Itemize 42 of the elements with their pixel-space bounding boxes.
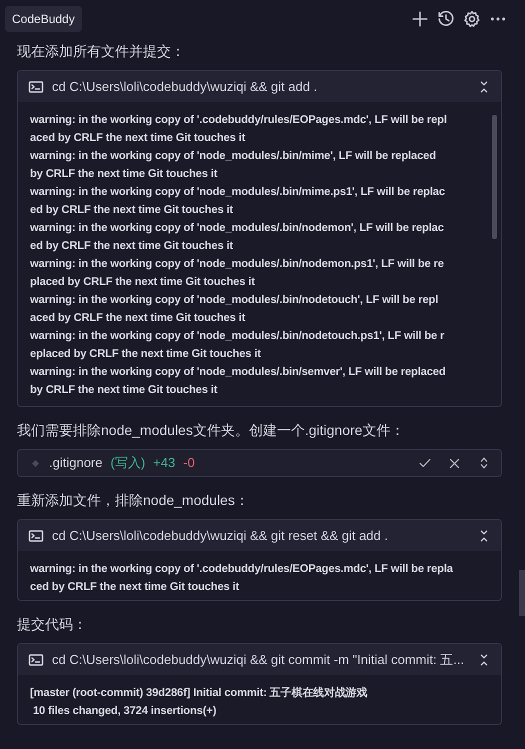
page-scrollbar[interactable] bbox=[519, 570, 525, 616]
terminal-command: cd C:\Users\loli\codebuddy\wuziqi && git commit -m "Initial commit: 五... bbox=[52, 650, 466, 669]
close-icon[interactable] bbox=[448, 456, 461, 470]
terminal-output-line: [master (root-commit) 39d286f] Initial commit: 五子棋在线对战游戏 bbox=[30, 686, 368, 701]
terminal-icon bbox=[28, 78, 44, 94]
removed-count: -0 bbox=[183, 454, 195, 472]
terminal-output-line: warning: in the working copy of 'node_modules/.bin/mime.ps1', LF will be replac bbox=[30, 185, 446, 200]
terminal-output-line: aced by CRLF the next time Git touches it bbox=[30, 311, 246, 326]
terminal-output-line: ed by CRLF the next time Git touches it bbox=[30, 203, 234, 218]
message-text: 现在添加所有文件并提交： bbox=[17, 42, 186, 60]
new-chat-icon[interactable] bbox=[411, 10, 429, 28]
terminal-output-line: by CRLF the next time Git touches it bbox=[30, 167, 218, 182]
file-name: .gitignore bbox=[49, 454, 102, 472]
accept-icon[interactable] bbox=[418, 456, 432, 470]
file-action: (写入) bbox=[110, 454, 146, 472]
terminal-output-line: warning: in the working copy of '.codebuddy/rules/EOPages.mdc', LF will be repl bbox=[30, 113, 448, 128]
terminal-output-line: aced by CRLF the next time Git touches it bbox=[30, 131, 246, 146]
terminal-output-line: warning: in the working copy of 'node_modules/.bin/nodetouch', LF will be repl bbox=[30, 293, 440, 308]
terminal-icon bbox=[28, 652, 44, 668]
terminal-output-line: eplaced by CRLF the next time Git touches it bbox=[30, 347, 262, 362]
terminal-output-line: warning: in the working copy of 'node_modules/.bin/nodemon.ps1', LF will be re bbox=[30, 257, 445, 272]
terminal-output-line: placed by CRLF the next time Git touches it bbox=[30, 275, 256, 290]
terminal-icon bbox=[28, 528, 44, 544]
settings-icon[interactable] bbox=[463, 10, 481, 28]
added-count: +43 bbox=[153, 454, 176, 472]
terminal-command: cd C:\Users\loli\codebuddy\wuziqi && git add . bbox=[52, 78, 318, 96]
terminal-output-line: warning: in the working copy of 'node_modules/.bin/mime', LF will be replaced bbox=[30, 149, 437, 164]
terminal-output-line: warning: in the working copy of '.codebuddy/rules/EOPages.mdc', LF will be repla bbox=[30, 562, 454, 577]
terminal-output-line: 10 files changed, 3724 insertions(+) bbox=[32, 704, 218, 719]
terminal-output-line: ced by CRLF the next time Git touches it bbox=[30, 580, 240, 595]
terminal-output-line: warning: in the working copy of 'node_modules/.bin/nodemon', LF will be replac bbox=[30, 221, 445, 236]
terminal-command: cd C:\Users\loli\codebuddy\wuziqi && git reset && git add . bbox=[52, 526, 389, 545]
terminal-output-line: by CRLF the next time Git touches it bbox=[30, 383, 218, 398]
message-text: 重新添加文件，排除node_modules： bbox=[17, 491, 250, 509]
app-title: CodeBuddy bbox=[5, 6, 82, 32]
terminal-output-line: ed by CRLF the next time Git touches it bbox=[30, 239, 234, 254]
terminal-output-line: warning: in the working copy of 'node_modules/.bin/semver', LF will be replaced bbox=[30, 365, 447, 380]
message-text: 提交代码： bbox=[17, 615, 88, 633]
message-text: 我们需要排除node_modules文件夹。创建一个.gitignore文件： bbox=[17, 421, 406, 439]
terminal-output-line: warning: in the working copy of 'node_modules/.bin/nodetouch.ps1', LF will be r bbox=[30, 329, 446, 344]
history-icon[interactable] bbox=[437, 10, 455, 28]
file-icon bbox=[30, 458, 41, 468]
